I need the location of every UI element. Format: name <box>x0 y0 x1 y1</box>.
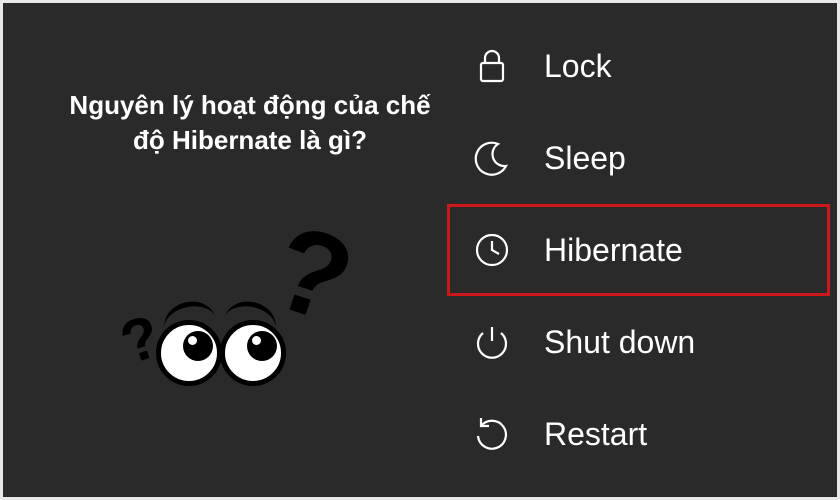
menu-item-label: Shut down <box>544 324 695 361</box>
power-menu: Lock Sleep Hibernate Shut down Restart <box>450 20 830 480</box>
menu-item-shutdown[interactable]: Shut down <box>450 296 830 388</box>
menu-item-lock[interactable]: Lock <box>450 20 830 112</box>
menu-item-label: Restart <box>544 416 647 453</box>
menu-item-label: Hibernate <box>544 232 683 269</box>
menu-item-label: Sleep <box>544 140 626 177</box>
power-icon <box>470 320 514 364</box>
question-heading: Nguyên lý hoạt động của chế độ Hibernate… <box>60 88 440 158</box>
lock-icon <box>470 44 514 88</box>
eyes-icon <box>156 320 280 391</box>
moon-icon <box>470 136 514 180</box>
menu-item-label: Lock <box>544 48 612 85</box>
clock-icon <box>470 228 514 272</box>
menu-item-restart[interactable]: Restart <box>450 388 830 480</box>
menu-item-hibernate[interactable]: Hibernate <box>447 204 830 296</box>
menu-item-sleep[interactable]: Sleep <box>450 112 830 204</box>
thinking-emoji: ? ? <box>120 208 380 428</box>
restart-icon <box>470 412 514 456</box>
